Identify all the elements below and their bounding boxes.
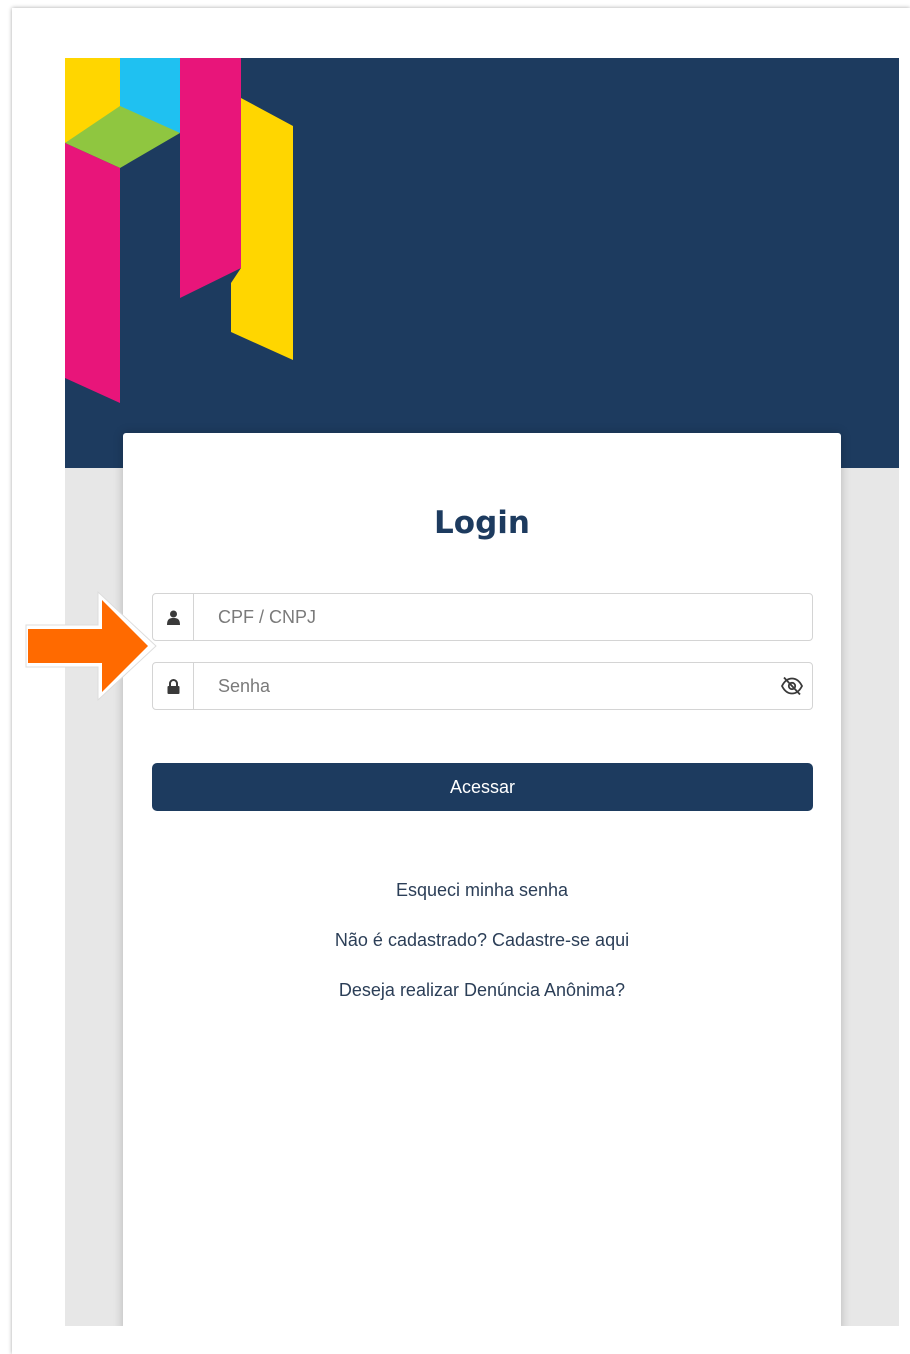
senha-input[interactable] [194,663,772,709]
login-title: Login [434,505,530,541]
cpf-field [152,593,813,641]
anonymous-report-link[interactable]: Deseja realizar Denúncia Anônima? [123,980,841,1001]
register-link[interactable]: Não é cadastrado? Cadastre-se aqui [123,930,841,951]
login-card: Login CPF / CNPJ Acessar Esqueci minha s… [123,433,841,1326]
senha-field [152,662,813,710]
brand-logo [65,58,293,403]
cpf-input[interactable] [194,594,812,640]
header-banner [65,58,899,468]
login-page: Login CPF / CNPJ Acessar Esqueci minha s… [65,58,899,1326]
lock-icon [153,663,194,709]
eye-slash-icon[interactable] [772,663,812,709]
arrow-right-icon [25,590,157,702]
forgot-password-link[interactable]: Esqueci minha senha [123,880,841,901]
user-icon [153,594,194,640]
acessar-button[interactable]: Acessar [152,763,813,811]
